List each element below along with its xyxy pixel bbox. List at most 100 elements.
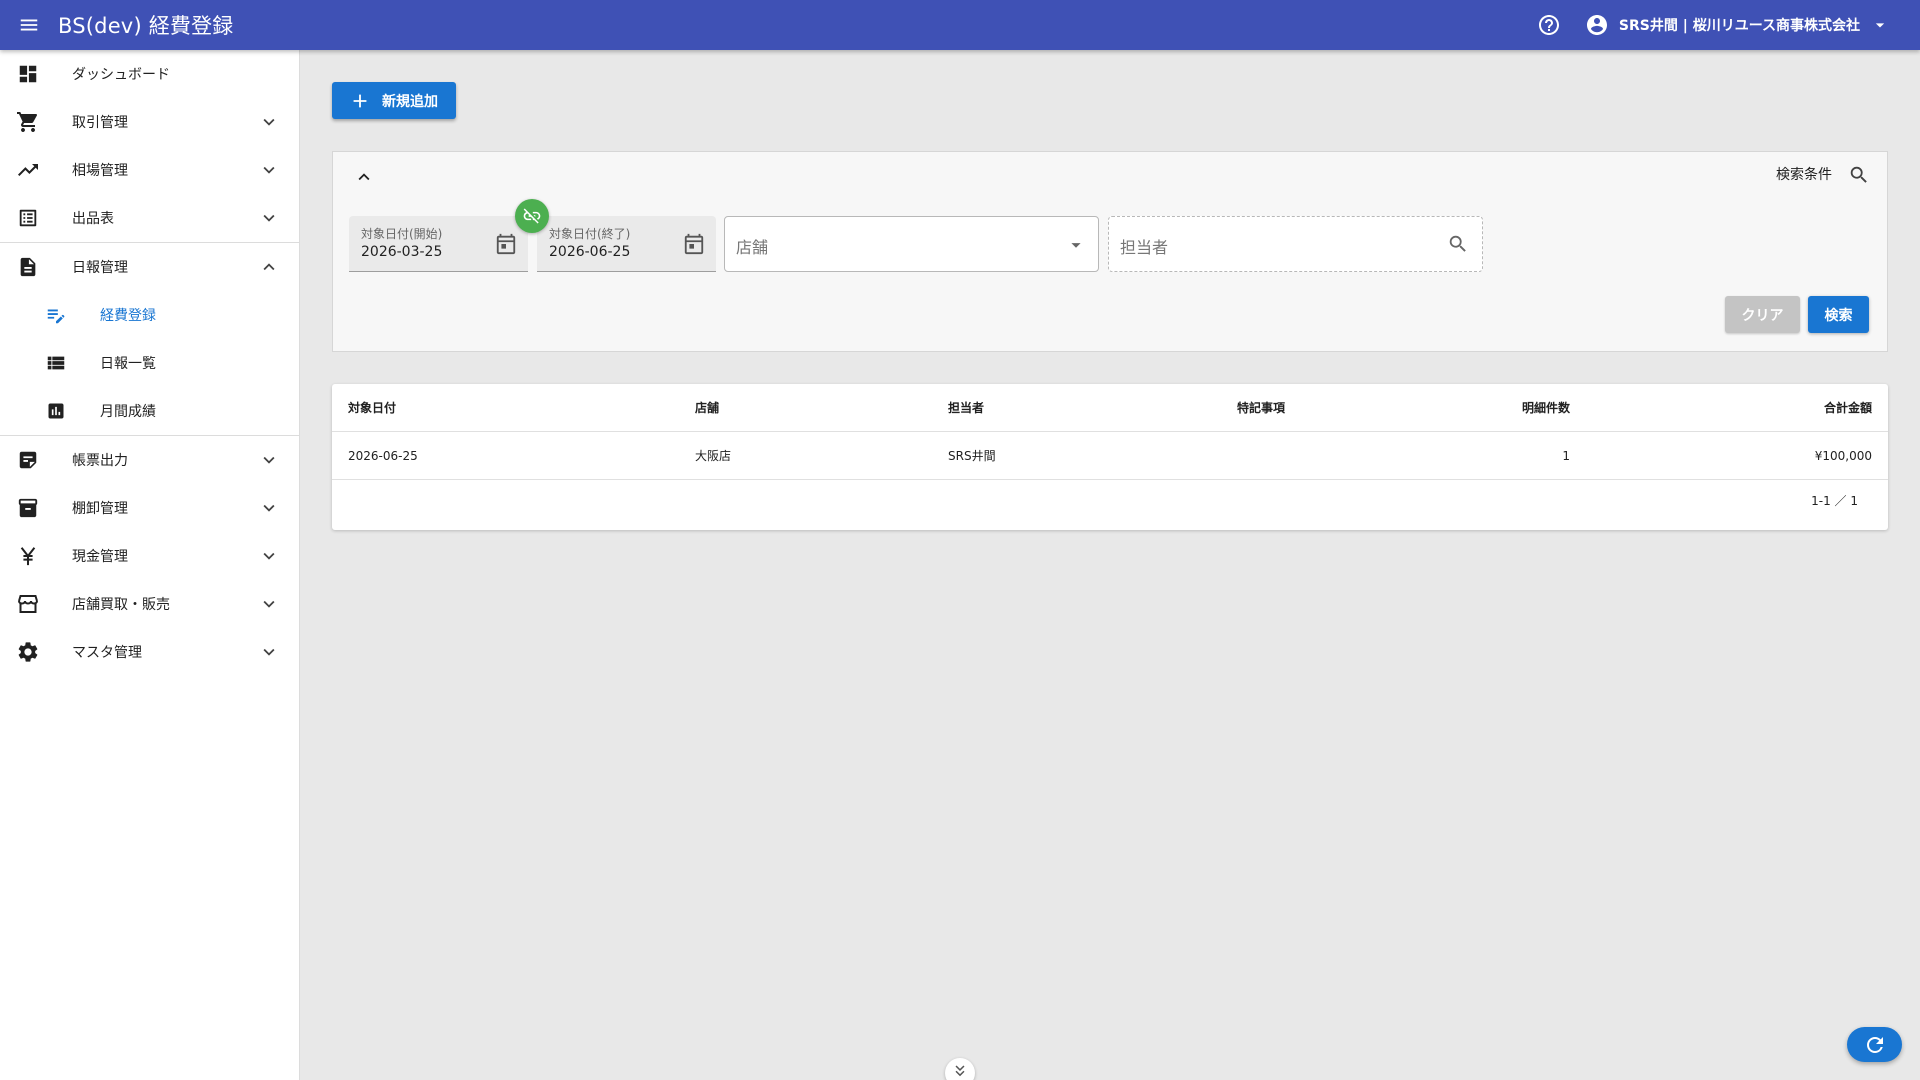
dashboard-icon: [16, 62, 40, 86]
sidebar-item-label: 取引管理: [72, 115, 128, 131]
app-bar: BS(dev) 経費登録 SRS井間 | 桜川リユース商事株式会社: [0, 0, 1920, 50]
sidebar-item-label: 出品表: [72, 211, 114, 227]
search-conditions-label: 検索条件: [1776, 167, 1832, 183]
sidebar-item-inventory[interactable]: 棚卸管理: [0, 484, 299, 532]
sidebar-item-store-buy-sell[interactable]: 店舗買取・販売: [0, 580, 299, 628]
chevron-down-icon: [257, 544, 281, 568]
cart-icon: [16, 110, 40, 134]
end-date-label: 対象日付(終了): [549, 227, 631, 241]
caret-down-icon: [1870, 15, 1890, 35]
sidebar-item-label: 相場管理: [72, 163, 128, 179]
sidebar-item-monthly-results[interactable]: 月間成績: [0, 387, 299, 435]
bar-chart-icon: [44, 399, 68, 423]
sidebar-item-expense-registration[interactable]: 経費登録: [0, 291, 299, 339]
scroll-down-button[interactable]: [945, 1058, 975, 1080]
row-person: SRS井間: [948, 449, 996, 463]
start-date-label: 対象日付(開始): [361, 227, 443, 241]
search-icon[interactable]: [1446, 232, 1470, 256]
column-header-date[interactable]: 対象日付: [348, 384, 396, 432]
sidebar-item-listing[interactable]: 出品表: [0, 194, 299, 242]
sidebar-item-daily-report-list[interactable]: 日報一覧: [0, 339, 299, 387]
results-table: 対象日付 店舗 担当者 特記事項 明細件数 合計金額 2026-06-25 大阪…: [332, 384, 1888, 530]
store-placeholder: 店舗: [736, 238, 769, 257]
refresh-button[interactable]: [1847, 1027, 1902, 1062]
sidebar-item-label: 帳票出力: [72, 453, 128, 469]
person-placeholder: 担当者: [1120, 238, 1169, 257]
sidebar-item-transactions[interactable]: 取引管理: [0, 98, 299, 146]
end-date-value: 2026-06-25: [549, 244, 631, 260]
storefront-icon: [16, 592, 40, 616]
chevron-down-icon: [257, 592, 281, 616]
sidebar-item-master[interactable]: マスタ管理: [0, 628, 299, 676]
user-name: SRS井間 | 桜川リユース商事株式会社: [1618, 18, 1860, 34]
column-header-count[interactable]: 明細件数: [1522, 384, 1570, 432]
sidebar-item-label: 日報一覧: [100, 356, 156, 372]
user-menu[interactable]: SRS井間 | 桜川リユース商事株式会社: [1584, 12, 1890, 38]
caret-down-icon: [1064, 233, 1088, 257]
start-date-value: 2026-03-25: [361, 244, 443, 260]
column-header-store[interactable]: 店舗: [695, 384, 719, 432]
person-search-input[interactable]: 担当者: [1108, 216, 1483, 272]
store-select[interactable]: 店舗: [724, 216, 1099, 272]
clear-button[interactable]: クリア: [1725, 296, 1800, 333]
add-new-label: 新規追加: [382, 93, 438, 110]
list-alt-icon: [16, 206, 40, 230]
column-header-note[interactable]: 特記事項: [1237, 384, 1285, 432]
sidebar-item-dashboard[interactable]: ダッシュボード: [0, 50, 299, 98]
sidebar-item-label: 日報管理: [72, 260, 128, 276]
sidebar: ダッシュボード 取引管理 相場管理 出品表 日報管理 経費登録 日報一覧 月間成…: [0, 50, 300, 1080]
chevron-down-icon: [257, 158, 281, 182]
note-icon: [16, 448, 40, 472]
add-new-button[interactable]: 新規追加: [332, 82, 456, 119]
menu-icon[interactable]: [16, 12, 42, 38]
chevron-down-icon: [257, 448, 281, 472]
gear-icon: [16, 640, 40, 664]
calendar-icon[interactable]: [494, 232, 518, 256]
sidebar-item-label: 現金管理: [72, 549, 128, 565]
sidebar-item-cash[interactable]: 現金管理: [0, 532, 299, 580]
archive-icon: [16, 496, 40, 520]
row-count: 1: [1562, 449, 1570, 463]
pagination-info: 1-1 ／ 1: [1811, 494, 1858, 508]
double-chevron-down-icon: [955, 1065, 965, 1077]
plus-icon: [348, 89, 372, 113]
table-header: 対象日付 店舗 担当者 特記事項 明細件数 合計金額: [332, 384, 1888, 432]
sidebar-item-label: 経費登録: [100, 308, 156, 324]
account-circle-icon: [1584, 12, 1610, 38]
row-date: 2026-06-25: [348, 449, 418, 463]
yen-icon: [16, 544, 40, 568]
sidebar-item-label: 月間成績: [100, 404, 156, 420]
sidebar-item-label: 店舗買取・販売: [72, 597, 170, 613]
end-date-field[interactable]: 対象日付(終了) 2026-06-25: [537, 216, 716, 272]
description-icon: [16, 255, 40, 279]
sidebar-item-market[interactable]: 相場管理: [0, 146, 299, 194]
search-icon[interactable]: [1847, 163, 1871, 187]
sidebar-item-label: ダッシュボード: [72, 67, 170, 83]
calendar-icon[interactable]: [682, 232, 706, 256]
help-icon[interactable]: [1536, 12, 1562, 38]
sidebar-item-reports[interactable]: 帳票出力: [0, 436, 299, 484]
start-date-field[interactable]: 対象日付(開始) 2026-03-25: [349, 216, 528, 272]
sidebar-item-label: 棚卸管理: [72, 501, 128, 517]
row-total: ¥100,000: [1814, 449, 1872, 463]
chevron-down-icon: [257, 110, 281, 134]
sidebar-item-label: マスタ管理: [72, 645, 142, 661]
chevron-down-icon: [257, 496, 281, 520]
search-panel: 検索条件 対象日付(開始) 2026-03-25 対象日付(終了) 2026-0…: [332, 151, 1888, 352]
link-off-icon[interactable]: [515, 199, 549, 233]
sidebar-item-daily-report[interactable]: 日報管理: [0, 243, 299, 291]
view-list-icon: [44, 351, 68, 375]
row-store: 大阪店: [695, 449, 732, 463]
page-title: BS(dev) 経費登録: [58, 14, 234, 38]
column-header-person[interactable]: 担当者: [948, 384, 984, 432]
search-button[interactable]: 検索: [1808, 296, 1869, 333]
chevron-down-icon: [257, 640, 281, 664]
trending-up-icon: [16, 158, 40, 182]
refresh-icon: [1866, 1036, 1883, 1053]
chevron-down-icon: [257, 206, 281, 230]
column-header-total[interactable]: 合計金額: [1824, 384, 1872, 432]
chevron-up-icon[interactable]: [351, 164, 377, 190]
table-row[interactable]: 2026-06-25 大阪店 SRS井間 1 ¥100,000: [332, 432, 1888, 480]
edit-note-icon: [44, 303, 68, 327]
chevron-up-icon: [257, 255, 281, 279]
